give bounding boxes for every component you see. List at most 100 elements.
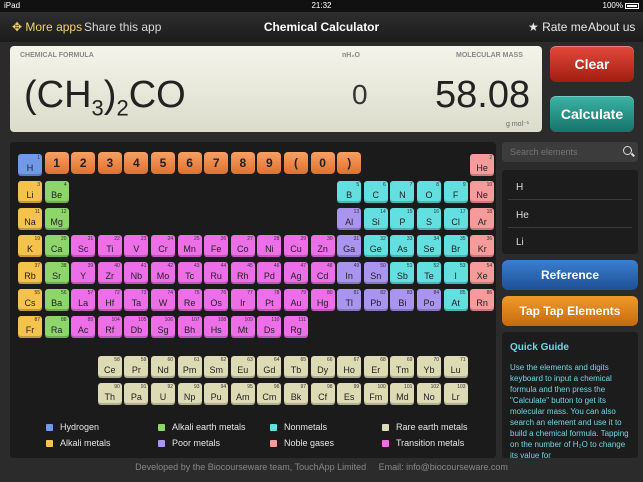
search-icon[interactable]: [623, 146, 632, 155]
element-cu[interactable]: 29 Cu: [284, 235, 308, 257]
element-k[interactable]: 19 K: [18, 235, 42, 257]
element-gd[interactable]: 64 Gd: [257, 356, 282, 378]
element-ba[interactable]: 56 Ba: [44, 289, 69, 311]
share-app-button[interactable]: Share this app: [84, 20, 161, 34]
element-mn[interactable]: 25 Mn: [177, 235, 202, 257]
element-pa[interactable]: 91 Pa: [124, 383, 149, 405]
key-2[interactable]: 2: [71, 152, 96, 174]
key-8[interactable]: 8: [230, 152, 255, 174]
element-bk[interactable]: 97 Bk: [284, 383, 308, 405]
element-ga[interactable]: 31 Ga: [337, 235, 362, 257]
element-dy[interactable]: 66 Dy: [310, 356, 335, 378]
element-kr[interactable]: 36 Kr: [470, 235, 495, 257]
element-os[interactable]: 76 Os: [204, 289, 229, 311]
element-br[interactable]: 35 Br: [443, 235, 468, 257]
calculate-button[interactable]: Calculate: [550, 96, 634, 132]
element-cf[interactable]: 98 Cf: [310, 383, 335, 405]
element-hg[interactable]: 80 Hg: [310, 289, 335, 311]
element-rg[interactable]: 111 Rg: [284, 316, 308, 338]
element-au[interactable]: 79 Au: [284, 289, 308, 311]
element-ac[interactable]: 89 Ac: [71, 316, 96, 338]
key-1[interactable]: 1: [44, 152, 69, 174]
element-f[interactable]: 9F: [443, 181, 468, 203]
element-ge[interactable]: 32 Ge: [363, 235, 388, 257]
element-bh[interactable]: 107 Bh: [177, 316, 202, 338]
search-box[interactable]: [502, 142, 638, 162]
element-y[interactable]: 39 Y: [71, 262, 96, 284]
element-rn[interactable]: 86 Rn: [470, 289, 495, 311]
element-tm[interactable]: 69 Tm: [390, 356, 415, 378]
element-co[interactable]: 27 Co: [230, 235, 255, 257]
element-w[interactable]: 74 W: [151, 289, 175, 311]
element-sg[interactable]: 106 Sg: [151, 316, 175, 338]
element-lr[interactable]: 103 Lr: [443, 383, 468, 405]
element-er[interactable]: 68 Er: [363, 356, 388, 378]
element-np[interactable]: 93 Np: [177, 383, 202, 405]
element-no[interactable]: 102 No: [417, 383, 441, 405]
element-db[interactable]: 105 Db: [124, 316, 149, 338]
element-n[interactable]: 7N: [390, 181, 415, 203]
element-th[interactable]: 90 Th: [97, 383, 122, 405]
more-apps-button[interactable]: ✥ More apps: [12, 20, 82, 34]
element-pu[interactable]: 94 Pu: [204, 383, 229, 405]
key-close-paren[interactable]: ): [337, 152, 362, 174]
key-0[interactable]: 0: [310, 152, 335, 174]
element-ne[interactable]: 10 Ne: [470, 181, 495, 203]
clear-button[interactable]: Clear: [550, 46, 634, 82]
element-sr[interactable]: 38 Sr: [44, 262, 69, 284]
element-ti[interactable]: 22 Ti: [97, 235, 122, 257]
element-zr[interactable]: 40 Zr: [97, 262, 122, 284]
element-hs[interactable]: 108 Hs: [204, 316, 229, 338]
element-ta[interactable]: 73 Ta: [124, 289, 149, 311]
element-mo[interactable]: 42 Mo: [151, 262, 175, 284]
element-md[interactable]: 101 Md: [390, 383, 415, 405]
element-ho[interactable]: 67 Ho: [337, 356, 362, 378]
element-pb[interactable]: 82 Pb: [363, 289, 388, 311]
element-he[interactable]: 2 He: [470, 154, 495, 176]
result-item[interactable]: Li: [516, 237, 524, 248]
element-b[interactable]: 5B: [337, 181, 362, 203]
element-sc[interactable]: 21 Sc: [71, 235, 96, 257]
element-sn[interactable]: 50 Sn: [363, 262, 388, 284]
element-re[interactable]: 75 Re: [177, 289, 202, 311]
element-tb[interactable]: 65 Tb: [284, 356, 308, 378]
element-ca[interactable]: 20 Ca: [44, 235, 69, 257]
reference-button[interactable]: Reference: [502, 260, 638, 290]
element-sm[interactable]: 62 Sm: [204, 356, 229, 378]
key-9[interactable]: 9: [257, 152, 282, 174]
element-ru[interactable]: 44 Ru: [204, 262, 229, 284]
element-in[interactable]: 49 In: [337, 262, 362, 284]
element-fm[interactable]: 100 Fm: [363, 383, 388, 405]
element-cs[interactable]: 55 Cs: [18, 289, 42, 311]
element-cd[interactable]: 48 Cd: [310, 262, 335, 284]
element-ni[interactable]: 28 Ni: [257, 235, 282, 257]
element-cm[interactable]: 96 Cm: [257, 383, 282, 405]
element-nb[interactable]: 41 Nb: [124, 262, 149, 284]
element-tl[interactable]: 81 Tl: [337, 289, 362, 311]
element-yb[interactable]: 70 Yb: [417, 356, 441, 378]
element-o[interactable]: 8O: [417, 181, 441, 203]
element-as[interactable]: 33 As: [390, 235, 415, 257]
element-na[interactable]: 11 Na: [18, 208, 42, 230]
element-zn[interactable]: 30 Zn: [310, 235, 335, 257]
element-v[interactable]: 23 V: [124, 235, 149, 257]
element-fe[interactable]: 26 Fe: [204, 235, 229, 257]
rate-me-button[interactable]: ★ Rate me: [528, 20, 587, 34]
element-h[interactable]: 1H: [18, 154, 42, 176]
element-s[interactable]: 16 S: [417, 208, 441, 230]
key-open-paren[interactable]: (: [284, 152, 308, 174]
element-ra[interactable]: 88 Ra: [44, 316, 69, 338]
element-si[interactable]: 14 Si: [363, 208, 388, 230]
element-rb[interactable]: 37 Rb: [18, 262, 42, 284]
element-rf[interactable]: 104 Rf: [97, 316, 122, 338]
result-item[interactable]: He: [516, 210, 529, 221]
key-4[interactable]: 4: [124, 152, 149, 174]
element-li[interactable]: 3 Li: [18, 181, 42, 203]
element-lu[interactable]: 71 Lu: [443, 356, 468, 378]
key-5[interactable]: 5: [151, 152, 175, 174]
element-ar[interactable]: 18 Ar: [470, 208, 495, 230]
element-rh[interactable]: 45 Rh: [230, 262, 255, 284]
element-al[interactable]: 13 Al: [337, 208, 362, 230]
element-po[interactable]: 84 Po: [417, 289, 441, 311]
element-fr[interactable]: 87 Fr: [18, 316, 42, 338]
